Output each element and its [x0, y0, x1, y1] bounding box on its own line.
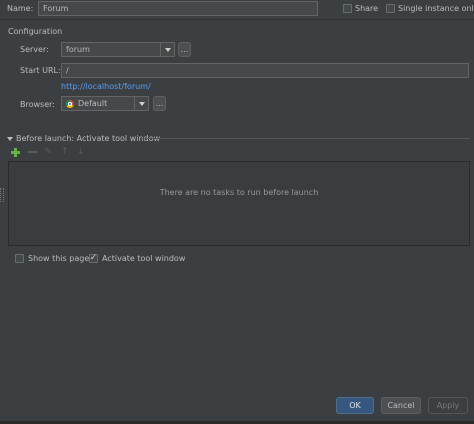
server-select-value: forum	[66, 45, 90, 54]
single-instance-checkbox[interactable]	[386, 4, 395, 13]
before-launch-toggle[interactable]: Before launch: Activate tool window	[7, 134, 160, 143]
apply-button[interactable]: Apply	[428, 397, 468, 414]
activate-tool-window-label: Activate tool window	[102, 254, 186, 263]
browser-select[interactable]: Default	[61, 96, 149, 111]
plus-icon[interactable]	[11, 148, 20, 157]
before-launch-task-list[interactable]	[8, 161, 470, 246]
chevron-down-icon	[134, 97, 148, 110]
share-checkbox[interactable]	[343, 4, 352, 13]
server-select[interactable]: forum	[61, 42, 175, 57]
single-instance-label: Single instance only	[398, 4, 474, 13]
start-url-label: Start URL:	[20, 66, 61, 75]
share-label: Share	[355, 4, 379, 13]
checkmark-icon: ✓	[89, 253, 98, 263]
name-label: Name:	[7, 4, 34, 13]
server-label: Server:	[20, 45, 49, 54]
ok-button[interactable]: OK	[336, 397, 374, 414]
configuration-title: Configuration	[8, 27, 63, 36]
show-this-page-label: Show this page	[28, 254, 90, 263]
start-url-link[interactable]: http://localhost/forum/	[61, 82, 151, 91]
browser-label: Browser:	[20, 100, 55, 109]
before-launch-separator	[140, 138, 470, 139]
start-url-field[interactable]: /	[61, 63, 469, 78]
arrow-down-icon[interactable]: ↓	[77, 148, 86, 157]
chrome-icon	[66, 99, 74, 108]
empty-tasks-text: There are no tasks to run before launch	[159, 188, 319, 197]
browser-browse-button[interactable]: ...	[153, 96, 166, 111]
cancel-button[interactable]: Cancel	[381, 397, 421, 414]
show-this-page-checkbox[interactable]	[15, 254, 24, 263]
minus-icon[interactable]	[28, 151, 37, 153]
browser-select-value: Default	[78, 99, 108, 108]
activate-tool-window-checkbox[interactable]: ✓	[89, 254, 98, 263]
triangle-down-icon	[7, 136, 13, 141]
resize-handle[interactable]	[0, 188, 4, 202]
arrow-up-icon[interactable]: ↑	[61, 148, 70, 157]
name-field[interactable]: Forum	[38, 1, 318, 16]
pencil-icon[interactable]: ✎	[44, 148, 53, 157]
before-launch-title: Before launch: Activate tool window	[16, 134, 161, 143]
top-separator	[0, 19, 474, 20]
server-browse-button[interactable]: ...	[178, 42, 191, 57]
chevron-down-icon	[160, 43, 174, 56]
